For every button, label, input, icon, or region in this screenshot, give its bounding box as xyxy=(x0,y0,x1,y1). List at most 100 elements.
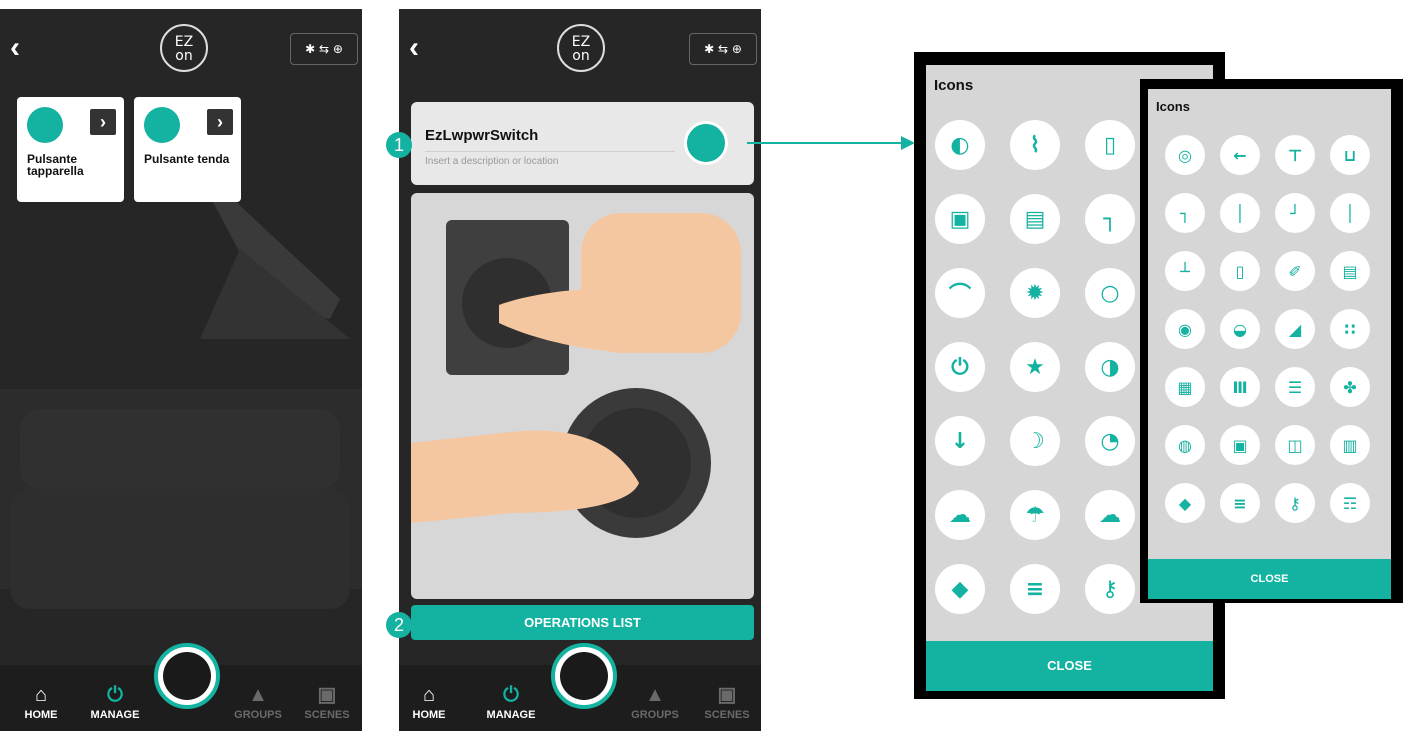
ezon-logo-icon[interactable]: ◐ xyxy=(935,120,985,170)
connection-status-pill[interactable]: ✱ ⇆ ⊕ xyxy=(290,33,358,65)
nav-home[interactable]: ⌂ HOME xyxy=(11,684,71,721)
device-tile[interactable]: › Pulsante tapparella xyxy=(17,97,124,202)
remote-icon[interactable]: ◆ xyxy=(1165,483,1205,523)
modal-title: Icons xyxy=(1156,99,1190,114)
power-icon: ⏻ xyxy=(503,684,519,706)
device-icon-picker[interactable] xyxy=(684,121,728,165)
nav-manage[interactable]: ⏻ MANAGE xyxy=(481,684,541,721)
washing-machine-icon[interactable]: ◉ xyxy=(1165,309,1205,349)
ezon-device-icon xyxy=(27,107,63,143)
microwave-icon[interactable]: ▤ xyxy=(1330,251,1370,291)
operations-list-button[interactable]: OPERATIONS LIST xyxy=(411,605,754,640)
gauge-icon[interactable]: ◔ xyxy=(1085,416,1135,466)
floor-lamp-icon[interactable]: ┐ xyxy=(1165,193,1205,233)
pendant-lamp-icon[interactable]: ⊤ xyxy=(1275,135,1315,175)
nav-groups[interactable]: ▲ GROUPS xyxy=(228,684,288,721)
description-field[interactable]: Insert a description or location xyxy=(425,156,558,167)
laundry-icon[interactable]: ◍ xyxy=(1165,425,1205,465)
remote-icon[interactable]: ◆ xyxy=(935,564,985,614)
close-button[interactable]: CLOSE xyxy=(926,641,1213,691)
rain-icon[interactable]: ☂ xyxy=(1010,490,1060,540)
device-card: EzLwpwrSwitch Insert a description or lo… xyxy=(411,102,754,185)
back-arrow-icon[interactable]: ‹ xyxy=(409,33,439,63)
iron-icon[interactable]: ◢ xyxy=(1275,309,1315,349)
nav-home[interactable]: ⌂ HOME xyxy=(399,684,459,721)
ezon-logo: EZ on xyxy=(557,24,605,72)
window-icon[interactable]: ◫ xyxy=(1275,425,1315,465)
socket-icon[interactable]: ▤ xyxy=(1010,194,1060,244)
back-arrow-icon[interactable]: ‹ xyxy=(10,33,40,63)
oven-icon[interactable]: ▣ xyxy=(1220,425,1260,465)
bedside-lamp-icon[interactable]: ┴ xyxy=(1165,251,1205,291)
dryer-icon[interactable]: ◒ xyxy=(1220,309,1260,349)
nav-scenes[interactable]: ▣ SCENES xyxy=(697,684,757,721)
home-icon: ⌂ xyxy=(34,684,48,706)
cloud-icon[interactable]: ☁ xyxy=(935,490,985,540)
nav-manage-label: MANAGE xyxy=(90,709,140,721)
heater-icon[interactable]: Ⅲ xyxy=(1220,367,1260,407)
nav-manage[interactable]: ⏻ MANAGE xyxy=(85,684,145,721)
nav-home-label: HOME xyxy=(24,709,58,721)
chevron-right-icon[interactable]: › xyxy=(207,109,233,135)
wall-lamp-icon[interactable]: │ xyxy=(1220,193,1260,233)
nav-scenes-label: SCENES xyxy=(704,709,750,721)
radiator-icon[interactable]: ≡ xyxy=(1010,564,1060,614)
nav-groups-label: GROUPS xyxy=(631,709,679,721)
logo-text-bottom: on xyxy=(572,48,590,64)
nav-manage-label: MANAGE xyxy=(486,709,536,721)
cloud-sun-icon[interactable]: ☁ xyxy=(1085,490,1135,540)
device-tile-label: Pulsante tapparella xyxy=(27,152,84,178)
hook-lamp-icon[interactable]: ┘ xyxy=(1275,193,1315,233)
ceiling-lamp-icon[interactable]: ⊔ xyxy=(1330,135,1370,175)
divider xyxy=(425,151,675,152)
bulb-icon[interactable]: ○ xyxy=(1085,268,1135,318)
fridge-icon[interactable]: ▯ xyxy=(1220,251,1260,291)
radiator-icon[interactable]: ≡ xyxy=(1220,483,1260,523)
air-conditioner-icon[interactable]: ☶ xyxy=(1330,483,1370,523)
device-tile[interactable]: › Pulsante tenda xyxy=(134,97,241,202)
logo-text-top: EZ xyxy=(174,34,194,50)
top-bar: ‹ EZ on ✱ ⇆ ⊕ xyxy=(399,9,761,87)
nav-scenes[interactable]: ▣ SCENES xyxy=(297,684,357,721)
contrast-icon[interactable]: ◑ xyxy=(1085,342,1135,392)
cable-icon[interactable]: ← xyxy=(1220,135,1260,175)
connection-status-icons: ✱ ⇆ ⊕ xyxy=(305,42,343,56)
power-outlet-icon[interactable]: ▣ xyxy=(935,194,985,244)
main-action-button[interactable] xyxy=(154,643,220,709)
key-icon[interactable]: ⚷ xyxy=(1085,564,1135,614)
scenes-icon: ▣ xyxy=(717,684,737,706)
device-name: EzLwpwrSwitch xyxy=(425,127,539,144)
standing-lamp-icon[interactable]: │ xyxy=(1330,193,1370,233)
floor-lamp-icon[interactable]: ┐ xyxy=(1085,194,1135,244)
key-icon[interactable]: ⚷ xyxy=(1275,483,1315,523)
dishwasher-icon[interactable]: ▦ xyxy=(1165,367,1205,407)
chevron-right-icon[interactable]: › xyxy=(90,109,116,135)
thermometer-icon[interactable]: ⌇ xyxy=(1010,120,1060,170)
ezon-logo: EZ on xyxy=(160,24,208,72)
sun-icon[interactable]: ✹ xyxy=(1010,268,1060,318)
fan-icon[interactable]: ✤ xyxy=(1330,367,1370,407)
moon-icon[interactable]: ☽ xyxy=(1010,416,1060,466)
cooktop-icon[interactable]: ∷ xyxy=(1330,309,1370,349)
curtain-icon[interactable]: ▥ xyxy=(1330,425,1370,465)
target-icon[interactable]: ◎ xyxy=(1165,135,1205,175)
close-button[interactable]: CLOSE xyxy=(1148,559,1391,599)
plug-icon[interactable]: ↓ xyxy=(935,416,985,466)
pairing-illustration xyxy=(411,193,754,599)
main-action-button[interactable] xyxy=(551,643,617,709)
switch-panel-icon[interactable]: ▯ xyxy=(1085,120,1135,170)
logo-text-bottom: on xyxy=(175,48,193,64)
modal-title: Icons xyxy=(934,77,974,94)
hand-press-illustration xyxy=(411,213,741,538)
nav-groups[interactable]: ▲ GROUPS xyxy=(625,684,685,721)
groups-icon: ▲ xyxy=(645,684,665,706)
phone-screen-device: ‹ EZ on ✱ ⇆ ⊕ EzLwpwrSwitch Insert a des… xyxy=(399,9,761,731)
power-icon[interactable]: ⏻ xyxy=(935,342,985,392)
shutter-icon[interactable]: ☰ xyxy=(1275,367,1315,407)
desk-lamp-icon[interactable]: ⌒ xyxy=(935,268,985,318)
hair-dryer-icon[interactable]: ✐ xyxy=(1275,251,1315,291)
phone-screen-home: ‹ EZ on ✱ ⇆ ⊕ › Pulsante tapparella › Pu… xyxy=(0,9,362,731)
power-icon: ⏻ xyxy=(107,684,123,706)
connection-status-pill[interactable]: ✱ ⇆ ⊕ xyxy=(689,33,757,65)
motion-sensor-icon[interactable]: ★ xyxy=(1010,342,1060,392)
